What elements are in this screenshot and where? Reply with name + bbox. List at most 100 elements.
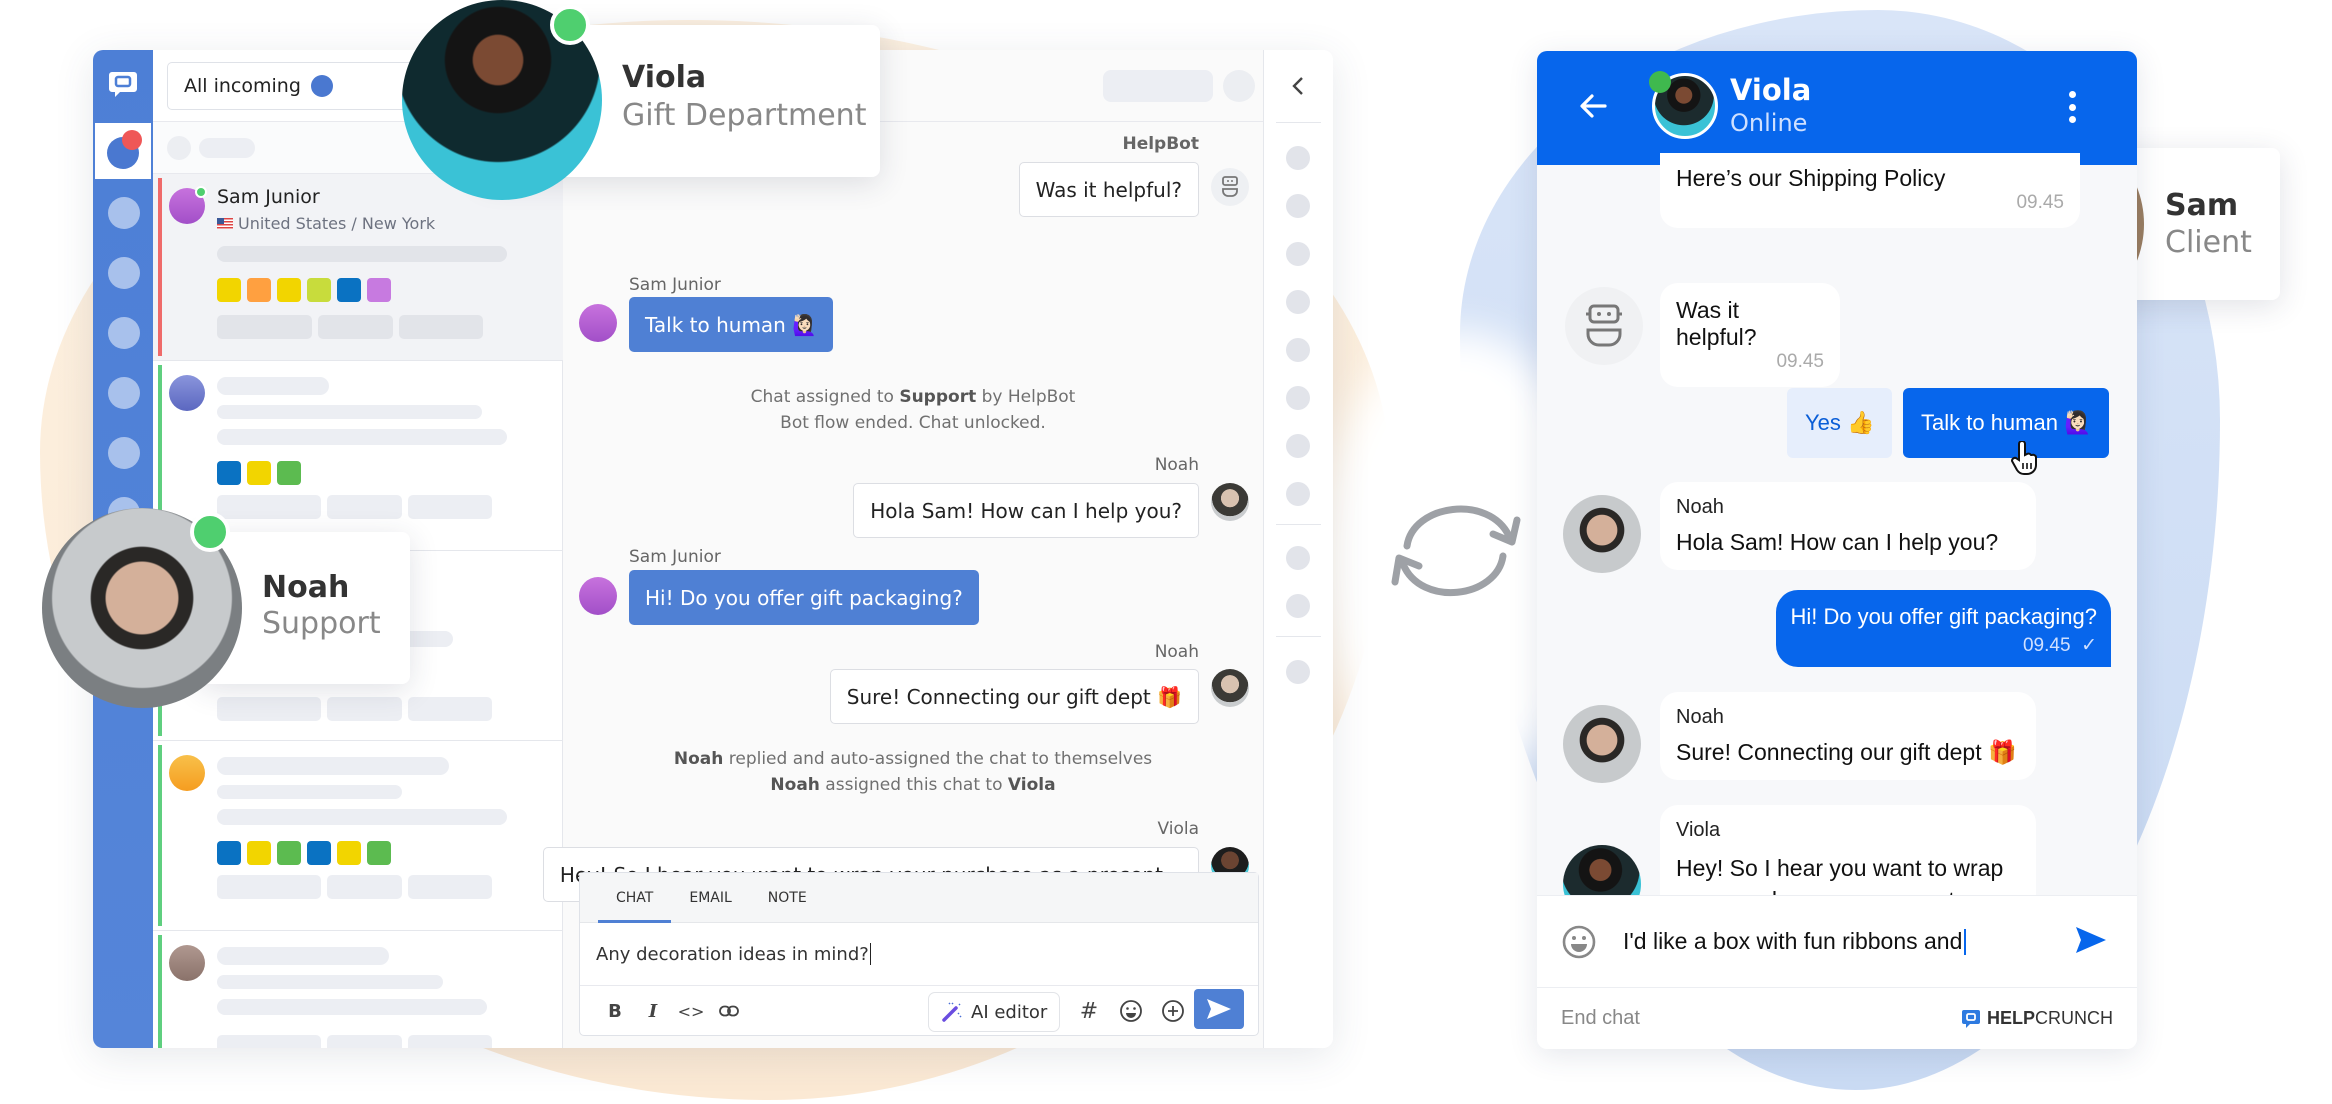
message-bubble: Talk to human 🙋🏻‍♀️	[629, 297, 834, 352]
sidebar-icon[interactable]	[1286, 146, 1310, 170]
filter-label: All incoming	[184, 75, 301, 97]
bold-button[interactable]: B	[596, 996, 634, 1026]
hand-cursor-icon	[2011, 441, 2037, 475]
contact-name: Sam Junior	[217, 186, 320, 208]
status-stripe	[158, 935, 162, 1048]
online-status-dot	[1649, 71, 1671, 93]
profile-role: Client	[2165, 225, 2252, 260]
us-flag-icon	[217, 218, 233, 229]
tag	[277, 841, 301, 865]
header-action-placeholder[interactable]	[1103, 70, 1213, 102]
noah-avatar	[1211, 669, 1249, 707]
customer-message-bubble: Hi! Do you offer gift packaging? 09.45 ✓	[1776, 590, 2111, 667]
text-caret	[1964, 928, 1967, 955]
send-icon[interactable]	[2075, 926, 2107, 954]
quick-reply-talk-to-human[interactable]: Talk to human 🙋🏻‍♀️	[1903, 388, 2110, 458]
end-chat-link[interactable]: End chat	[1561, 1007, 1640, 1030]
helpcrunch-branding[interactable]: HELPCRUNCH	[1961, 1008, 2113, 1029]
nav-item[interactable]	[108, 377, 140, 409]
text-caret	[869, 943, 871, 965]
nav-item[interactable]	[108, 317, 140, 349]
online-status-dot	[550, 5, 590, 45]
message-sender: Sam Junior	[629, 547, 721, 567]
italic-button[interactable]: I	[634, 996, 672, 1026]
details-sidebar	[1263, 50, 1333, 1048]
customer-chat-widget: Viola Online Here’s our Shipping Policy …	[1537, 51, 2137, 1049]
tag	[247, 461, 271, 485]
sidebar-icon[interactable]	[1286, 338, 1310, 362]
sidebar-icon[interactable]	[1286, 194, 1310, 218]
helpcrunch-logo-icon[interactable]	[108, 70, 138, 98]
avatar	[579, 577, 617, 615]
tab-email[interactable]: EMAIL	[671, 873, 749, 922]
message-bubble: Noah Hola Sam! How can I help you?	[1660, 482, 2036, 570]
message-thread: HelpBot Was it helpful? Sam Junior Talk …	[542, 122, 1263, 922]
quick-reply-yes[interactable]: Yes 👍	[1787, 388, 1893, 458]
hashtag-button[interactable]: #	[1070, 996, 1108, 1026]
sidebar-icon[interactable]	[1286, 434, 1310, 458]
tag	[217, 841, 241, 865]
emoji-icon[interactable]	[1561, 924, 1597, 960]
message-bubble: Hola Sam! How can I help you?	[853, 483, 1199, 538]
tag	[217, 461, 241, 485]
sidebar-icon[interactable]	[1286, 660, 1310, 684]
header-icon-placeholder[interactable]	[1223, 70, 1255, 102]
tag	[277, 278, 301, 302]
helpcrunch-logo-icon	[1961, 1009, 1980, 1028]
link-button[interactable]	[710, 996, 748, 1026]
sidebar-icon[interactable]	[1286, 242, 1310, 266]
widget-header: Viola Online	[1537, 51, 2137, 165]
sidebar-icon[interactable]	[1286, 546, 1310, 570]
nav-item[interactable]	[108, 257, 140, 289]
conversation-item[interactable]	[153, 741, 563, 931]
message-bubble: Was it helpful?	[1018, 162, 1199, 217]
composer-tabs: CHAT EMAIL NOTE	[580, 873, 1258, 923]
more-menu-button[interactable]	[2067, 91, 2077, 123]
nav-item[interactable]	[108, 197, 140, 229]
widget-message-list: Here’s our Shipping Policy 09.45 Was it …	[1537, 153, 2137, 930]
noah-avatar	[1563, 495, 1641, 573]
status-stripe	[158, 178, 162, 356]
sidebar-icon[interactable]	[1286, 290, 1310, 314]
avatar	[169, 945, 205, 981]
reply-input[interactable]: Any decoration ideas in mind?	[580, 923, 1258, 986]
profile-name: Sam	[2165, 188, 2239, 223]
attach-button[interactable]	[1154, 996, 1192, 1026]
nav-item-inbox[interactable]	[95, 123, 151, 179]
link-icon	[719, 1005, 739, 1017]
conversation-item[interactable]	[153, 931, 563, 1048]
back-arrow-icon[interactable]	[1575, 88, 1611, 124]
online-indicator	[195, 186, 207, 198]
message-sender: Viola	[1157, 819, 1199, 839]
tag-list	[217, 461, 301, 485]
smiley-icon	[1120, 1000, 1142, 1022]
message-bubble: Was it helpful? 09.45	[1660, 283, 1840, 387]
plus-circle-icon	[1162, 1000, 1184, 1022]
tab-chat[interactable]: CHAT	[598, 873, 672, 923]
tab-note[interactable]: NOTE	[750, 873, 825, 922]
emoji-button[interactable]	[1112, 996, 1150, 1026]
sidebar-icon[interactable]	[1286, 386, 1310, 410]
read-check-icon: ✓	[2081, 635, 2097, 656]
bot-avatar	[1211, 168, 1249, 206]
contact-location: United States / New York	[238, 214, 436, 233]
robot-icon	[1586, 304, 1622, 347]
conversation-item-sam-junior[interactable]: Sam Junior United States / New York	[153, 174, 563, 361]
ai-editor-button[interactable]: AI editor	[928, 992, 1061, 1032]
magic-wand-icon	[942, 1002, 962, 1022]
sidebar-icon[interactable]	[1286, 482, 1310, 506]
nav-item[interactable]	[108, 437, 140, 469]
message-bubble: Noah Sure! Connecting our gift dept 🎁	[1660, 692, 2036, 780]
send-button[interactable]	[1194, 989, 1244, 1029]
chevron-left-icon[interactable]	[1288, 74, 1308, 98]
profile-role: Support	[262, 606, 381, 641]
tag	[367, 278, 391, 302]
system-event: Chat assigned to Support by HelpBot Bot …	[750, 387, 1076, 433]
widget-message-input[interactable]: I'd like a box with fun ribbons and	[1537, 895, 2137, 987]
message-sender: Noah	[1154, 455, 1199, 475]
code-button[interactable]: <>	[672, 996, 710, 1026]
avatar	[579, 304, 617, 342]
sidebar-icon[interactable]	[1286, 594, 1310, 618]
tag	[277, 461, 301, 485]
notification-badge	[122, 130, 142, 150]
